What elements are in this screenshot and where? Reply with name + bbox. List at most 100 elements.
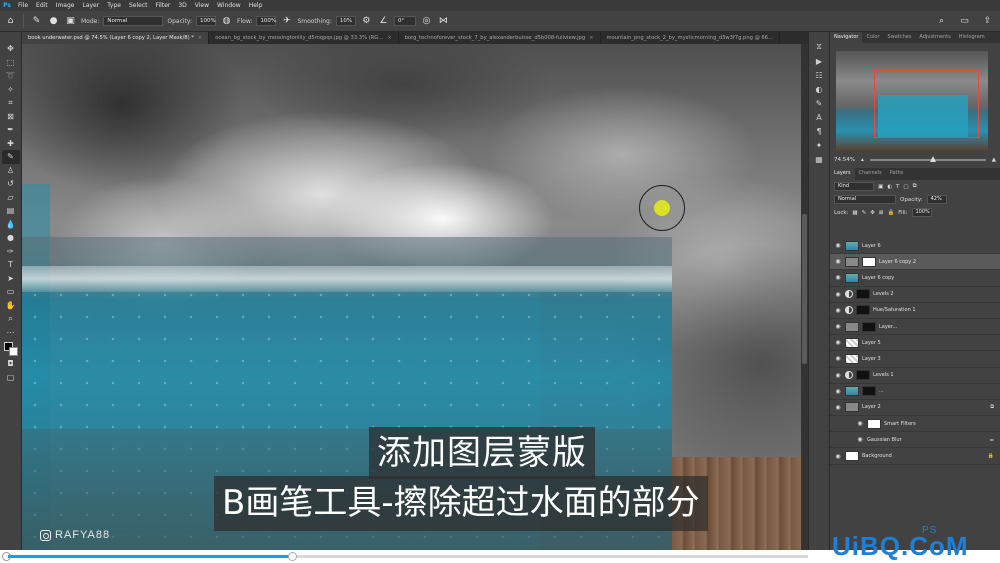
background-color[interactable] xyxy=(8,347,18,356)
menu-edit[interactable]: Edit xyxy=(32,0,52,11)
eye-icon[interactable]: ◉ xyxy=(834,453,842,460)
clone-stamp-icon[interactable]: ♙ xyxy=(2,164,20,178)
layer-mask-thumbnail[interactable] xyxy=(856,305,870,316)
eye-icon[interactable]: ◉ xyxy=(834,307,842,314)
gear-icon[interactable]: ⚙ xyxy=(360,15,373,28)
tab-channels[interactable]: Channels xyxy=(855,168,886,180)
filter-adjust-icon[interactable]: ◐ xyxy=(887,184,892,190)
pressure-size-icon[interactable]: ◎ xyxy=(420,15,433,28)
brush-settings-icon[interactable]: ✎ xyxy=(811,96,827,110)
layer-row[interactable]: ◉ Background 🔒 xyxy=(830,448,1000,465)
layer-row[interactable]: ◉ Layer 2 ⧉ xyxy=(830,400,1000,417)
eye-icon[interactable]: ◉ xyxy=(834,339,842,346)
adjust-icon[interactable]: ◐ xyxy=(811,82,827,96)
angle-field[interactable]: 0° xyxy=(393,16,416,26)
healing-brush-icon[interactable]: ✚ xyxy=(2,137,20,151)
quick-select-tool-icon[interactable]: ✧ xyxy=(2,83,20,97)
gaussian-blur-row[interactable]: ◉ Gaussian Blur ⚌ xyxy=(830,432,1000,449)
layer-mask-thumbnail[interactable] xyxy=(862,321,876,332)
color-swatches[interactable] xyxy=(2,341,20,357)
lock-all-icon[interactable]: 🔒 xyxy=(887,210,894,216)
play-icon[interactable]: ▶ xyxy=(811,54,827,68)
layer-row[interactable]: ◉ Layer 3 xyxy=(830,351,1000,368)
menu-select[interactable]: Select xyxy=(125,0,152,11)
layer-row[interactable]: ◉ Levels 2 xyxy=(830,287,1000,303)
menu-help[interactable]: Help xyxy=(245,0,267,11)
eyedropper-tool-icon[interactable]: ✒ xyxy=(2,123,20,137)
symmetry-icon[interactable]: ⋈ xyxy=(437,15,450,28)
zoom-slider[interactable] xyxy=(869,156,986,162)
progress-track[interactable] xyxy=(8,552,808,561)
lasso-tool-icon[interactable]: ➰ xyxy=(2,69,20,83)
layer-mask-thumbnail[interactable] xyxy=(862,256,876,267)
eye-icon[interactable]: ◉ xyxy=(834,372,842,379)
lock-move-icon[interactable]: ✥ xyxy=(870,210,875,216)
close-icon[interactable]: × xyxy=(198,32,202,44)
layer-row[interactable]: ◉ Layer 6 copy xyxy=(830,270,1000,287)
eye-icon[interactable]: ◉ xyxy=(834,388,842,395)
hand-tool-icon[interactable]: ✋ xyxy=(2,299,20,313)
tab-adjustments[interactable]: Adjustments xyxy=(915,32,954,43)
layer-mask-thumbnail[interactable] xyxy=(862,386,876,397)
gradient-tool-icon[interactable]: ▤ xyxy=(2,204,20,218)
filter-pixel-icon[interactable]: ▣ xyxy=(878,184,883,190)
tab-ocean-bg[interactable]: ocean_bg_stock_by_mossingtonlily_d5mqpqs… xyxy=(209,32,399,44)
eye-icon[interactable]: ◉ xyxy=(834,404,842,411)
menu-view[interactable]: View xyxy=(191,0,213,11)
history-brush-icon[interactable]: ↺ xyxy=(2,177,20,191)
menu-filter[interactable]: Filter xyxy=(152,0,175,11)
menu-window[interactable]: Window xyxy=(213,0,245,11)
flow-field[interactable]: 100% xyxy=(256,16,277,26)
tab-borg-stock[interactable]: borg_technoforever_stock_7_by_alexanderb… xyxy=(399,32,601,44)
smart-filters-row[interactable]: ◉ Smart Filters xyxy=(830,416,1000,433)
quick-mask-icon[interactable]: ◘ xyxy=(2,357,20,371)
layer-mask-thumbnail[interactable] xyxy=(856,289,870,300)
crop-tool-icon[interactable]: ⌗ xyxy=(2,96,20,110)
workspace-icon[interactable]: ▭ xyxy=(958,14,971,27)
share-icon[interactable]: ⇪ xyxy=(981,14,994,27)
eye-icon[interactable]: ◉ xyxy=(856,436,864,443)
brush-tool-icon[interactable]: ✎ xyxy=(30,15,43,28)
document-canvas[interactable]: 添加图层蒙版 B画笔工具-擦除超过水面的部分 RAFYA88 xyxy=(22,44,808,550)
home-icon[interactable]: ⌂ xyxy=(4,15,17,28)
history-icon[interactable]: ⧖ xyxy=(811,40,827,54)
layer-row[interactable]: ◉ Hue/Saturation 1 xyxy=(830,303,1000,319)
properties-icon[interactable]: ☷ xyxy=(811,68,827,82)
tab-swatches[interactable]: Swatches xyxy=(884,32,916,43)
search-icon[interactable]: ⌕ xyxy=(935,14,948,27)
smoothing-field[interactable]: 10% xyxy=(335,16,356,26)
navigator-view-box[interactable] xyxy=(874,70,979,138)
character-icon[interactable]: A xyxy=(811,110,827,124)
mode-select[interactable]: Normal xyxy=(103,16,164,26)
eye-icon[interactable]: ◉ xyxy=(834,323,842,330)
tab-color[interactable]: Color xyxy=(862,32,883,43)
eraser-tool-icon[interactable]: ▱ xyxy=(2,191,20,205)
tab-histogram[interactable]: Histogram xyxy=(955,32,989,43)
menu-type[interactable]: Type xyxy=(103,0,125,11)
lock-paint-icon[interactable]: ✎ xyxy=(862,210,867,216)
dodge-tool-icon[interactable]: ● xyxy=(2,231,20,245)
layer-row[interactable]: ◉ ... xyxy=(830,384,1000,400)
tab-paths[interactable]: Paths xyxy=(886,168,908,180)
screen-mode-icon[interactable]: ▢ xyxy=(2,371,20,385)
close-icon[interactable]: × xyxy=(387,32,391,44)
eye-icon[interactable]: ◉ xyxy=(834,242,842,249)
filter-kind-select[interactable]: Kind xyxy=(834,182,874,191)
tab-layers[interactable]: Layers xyxy=(830,168,855,180)
brush-preset-icon[interactable]: ● xyxy=(47,15,60,28)
path-select-icon[interactable]: ➤ xyxy=(2,272,20,286)
zoom-value[interactable]: 74.54% xyxy=(834,157,855,163)
frame-tool-icon[interactable]: ⊠ xyxy=(2,110,20,124)
type-tool-icon[interactable]: T xyxy=(2,258,20,272)
menu-layer[interactable]: Layer xyxy=(78,0,103,11)
layer-row[interactable]: ◉ Levels 1 xyxy=(830,368,1000,384)
libraries-icon[interactable]: ▦ xyxy=(811,152,827,166)
menu-image[interactable]: Image xyxy=(52,0,79,11)
blend-mode-select[interactable]: Normal xyxy=(834,195,896,204)
filter-options-icon[interactable]: ⚌ xyxy=(990,437,994,443)
filter-mask-thumbnail[interactable] xyxy=(867,418,881,429)
layer-row[interactable]: ◉ Layer 6 xyxy=(830,238,1000,255)
pressure-opacity-icon[interactable]: ◍ xyxy=(220,15,233,28)
move-tool-icon[interactable]: ✥ xyxy=(2,42,20,56)
brush-tool-icon[interactable]: ✎ xyxy=(1,150,20,164)
